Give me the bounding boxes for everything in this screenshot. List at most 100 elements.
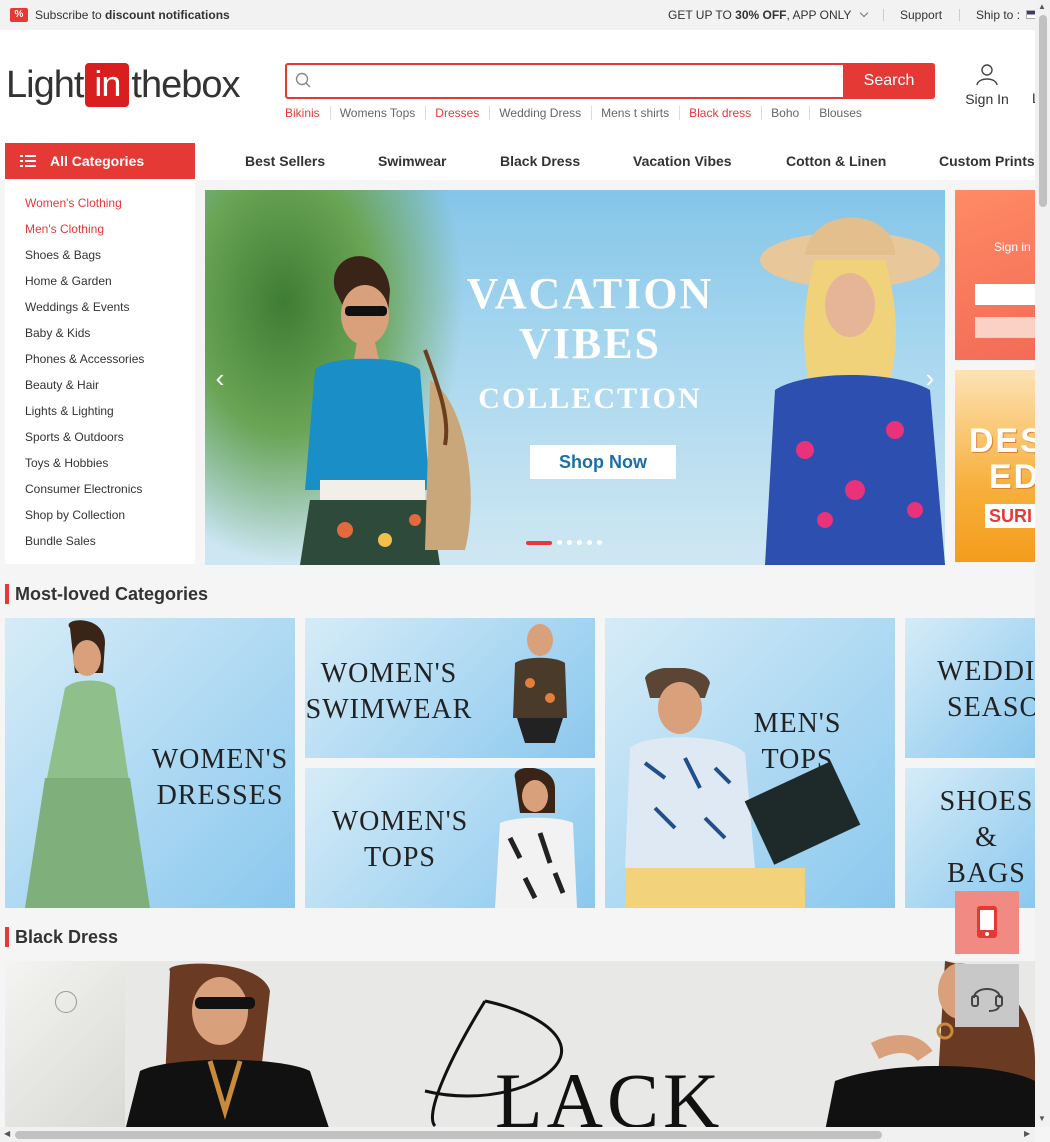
- tile-label-line1: WOMEN'S: [331, 806, 469, 837]
- vertical-scroll-thumb[interactable]: [1039, 15, 1047, 207]
- app-offer-prefix: GET UP TO: [668, 8, 732, 22]
- tile-label-line3: BAGS: [947, 858, 1026, 889]
- tile-label-line2: SWIMWEAR: [305, 694, 473, 725]
- subscribe-prefix: Subscribe to: [35, 8, 102, 22]
- tile-label-line1: MEN'S: [753, 708, 842, 739]
- sidebar-category-item[interactable]: Weddings & Events: [25, 300, 130, 314]
- sidebar-category-item[interactable]: Women's Clothing: [25, 196, 122, 210]
- tile-womens-swimwear[interactable]: WOMEN'S SWIMWEAR: [305, 618, 595, 758]
- logo-text-left: Light: [6, 63, 84, 106]
- banner-dot[interactable]: [567, 540, 572, 545]
- sidebar-category-item[interactable]: Sports & Outdoors: [25, 430, 124, 444]
- horizontal-scrollbar[interactable]: ◀ ▶: [0, 1127, 1035, 1142]
- hot-word-link[interactable]: Womens Tops: [340, 106, 427, 120]
- subscribe-bold: discount notifications: [105, 8, 230, 22]
- banner-dot[interactable]: [557, 540, 562, 545]
- phone-icon: [977, 906, 997, 938]
- hot-word-link[interactable]: Wedding Dress: [499, 106, 593, 120]
- nav-best-sellers[interactable]: Best Sellers: [245, 153, 325, 169]
- tile-label-line1: WOMEN'S: [320, 658, 458, 689]
- banner-title-line2: VIBES: [518, 319, 662, 368]
- sidebar-category-item[interactable]: Shoes & Bags: [25, 248, 101, 262]
- tile-label-line2: TOPS: [761, 744, 834, 775]
- sidebar-category-item[interactable]: Home & Garden: [25, 274, 112, 288]
- signin-card-text: Sign in: [994, 240, 1031, 254]
- hot-word-link[interactable]: Black dress: [689, 106, 763, 120]
- tile-womens-tops[interactable]: WOMEN'S TOPS: [305, 768, 595, 908]
- tile-model: [495, 768, 577, 908]
- tile-model: [513, 624, 567, 743]
- banner-model-left: [125, 963, 330, 1131]
- hot-word-link[interactable]: Boho: [771, 106, 811, 120]
- banner-prev-arrow[interactable]: ‹: [205, 350, 235, 406]
- banner-shop-now-button[interactable]: Shop Now: [530, 445, 676, 479]
- top-bar: % Subscribe to discount notifications GE…: [0, 0, 1050, 30]
- promo-line1: DES: [969, 422, 1045, 460]
- sign-in-button[interactable]: Sign In: [962, 62, 1012, 107]
- banner-next-arrow[interactable]: ›: [915, 350, 945, 406]
- sidebar-category-item[interactable]: Shop by Collection: [25, 508, 125, 522]
- sidebar-category-item[interactable]: Phones & Accessories: [25, 352, 144, 366]
- search-input[interactable]: [317, 65, 837, 97]
- sidebar-category-item[interactable]: Bundle Sales: [25, 534, 96, 548]
- nav-black-dress[interactable]: Black Dress: [500, 153, 580, 169]
- scroll-down-icon[interactable]: ▼: [1038, 1114, 1046, 1123]
- main-nav: All Categories Best Sellers Swimwear Bla…: [0, 142, 1050, 180]
- black-dress-banner[interactable]: LACK: [5, 961, 1035, 1131]
- user-icon: [976, 64, 998, 86]
- sidebar-category-item[interactable]: Toys & Hobbies: [25, 456, 108, 470]
- app-download-float[interactable]: [955, 891, 1019, 954]
- sidebar-category-item[interactable]: Consumer Electronics: [25, 482, 142, 496]
- support-link[interactable]: Support: [900, 8, 942, 22]
- hot-word-link[interactable]: Mens t shirts: [601, 106, 681, 120]
- search-bar: Search: [285, 63, 935, 99]
- banner-dot[interactable]: [526, 540, 552, 545]
- site-logo[interactable]: Light in thebox: [6, 63, 241, 107]
- hot-word-link[interactable]: Dresses: [435, 106, 491, 120]
- search-button[interactable]: Search: [843, 63, 935, 99]
- pause-icon[interactable]: [55, 991, 77, 1013]
- nav-custom-prints[interactable]: Custom Prints: [939, 153, 1035, 169]
- scroll-up-icon[interactable]: ▲: [1038, 2, 1046, 11]
- sidebar-category-item[interactable]: Beauty & Hair: [25, 378, 99, 392]
- sidebar-category-item[interactable]: Baby & Kids: [25, 326, 90, 340]
- customer-service-float[interactable]: [955, 964, 1019, 1027]
- chevron-down-icon: [859, 8, 868, 18]
- all-categories-button[interactable]: All Categories: [5, 143, 195, 179]
- tile-label-line1: WEDDIN: [937, 656, 1035, 687]
- nav-vacation-vibes[interactable]: Vacation Vibes: [633, 153, 732, 169]
- most-loved-title: Most-loved Categories: [5, 584, 208, 604]
- sidebar-category-item[interactable]: Lights & Lighting: [25, 404, 114, 418]
- tile-label-line1: SHOES: [939, 786, 1034, 817]
- tile-womens-dresses[interactable]: WOMEN'S DRESSES: [5, 618, 295, 908]
- header: Light in thebox Search Bikinis Womens Top…: [0, 30, 1050, 142]
- banner-dot[interactable]: [587, 540, 592, 545]
- nav-cotton-linen[interactable]: Cotton & Linen: [786, 153, 886, 169]
- tile-label-line2: TOPS: [364, 842, 436, 873]
- sidebar-category-item[interactable]: Men's Clothing: [25, 222, 104, 236]
- divider: [959, 9, 960, 21]
- subscribe-notifications-link[interactable]: Subscribe to discount notifications: [35, 8, 230, 22]
- scroll-left-icon[interactable]: ◀: [4, 1129, 10, 1138]
- hot-search-words: Bikinis Womens Tops Dresses Wedding Dress Me…: [285, 106, 881, 120]
- hero-banner[interactable]: VACATION VIBES COLLECTION Shop Now ‹ ›: [205, 190, 945, 565]
- banner-dot[interactable]: [597, 540, 602, 545]
- black-dress-title: Black Dress: [5, 927, 118, 947]
- ship-to-selector[interactable]: Ship to :: [976, 8, 1020, 22]
- banner-dot[interactable]: [577, 540, 582, 545]
- horizontal-scroll-thumb[interactable]: [15, 1131, 882, 1139]
- banner-title-line3: COLLECTION: [478, 382, 702, 415]
- tile-label-line1: WOMEN'S: [151, 744, 289, 775]
- tile-model: [25, 620, 150, 908]
- app-offer-bold: 30% OFF: [735, 8, 787, 22]
- hot-word-link[interactable]: Bikinis: [285, 106, 331, 120]
- nav-swimwear[interactable]: Swimwear: [378, 153, 446, 169]
- app-offer-dropdown[interactable]: GET UP TO 30% OFF, APP ONLY: [668, 8, 868, 22]
- tile-wedding-season[interactable]: WEDDIN SEASO: [905, 618, 1035, 758]
- tile-label-line2: &: [975, 822, 998, 853]
- tile-shoes-bags[interactable]: SHOES & BAGS: [905, 768, 1035, 908]
- scroll-right-icon[interactable]: ▶: [1024, 1129, 1030, 1138]
- vertical-scrollbar[interactable]: ▲ ▼: [1035, 0, 1050, 1127]
- tile-mens-tops[interactable]: MEN'S TOPS: [605, 618, 895, 908]
- hot-word-link[interactable]: Blouses: [819, 106, 872, 120]
